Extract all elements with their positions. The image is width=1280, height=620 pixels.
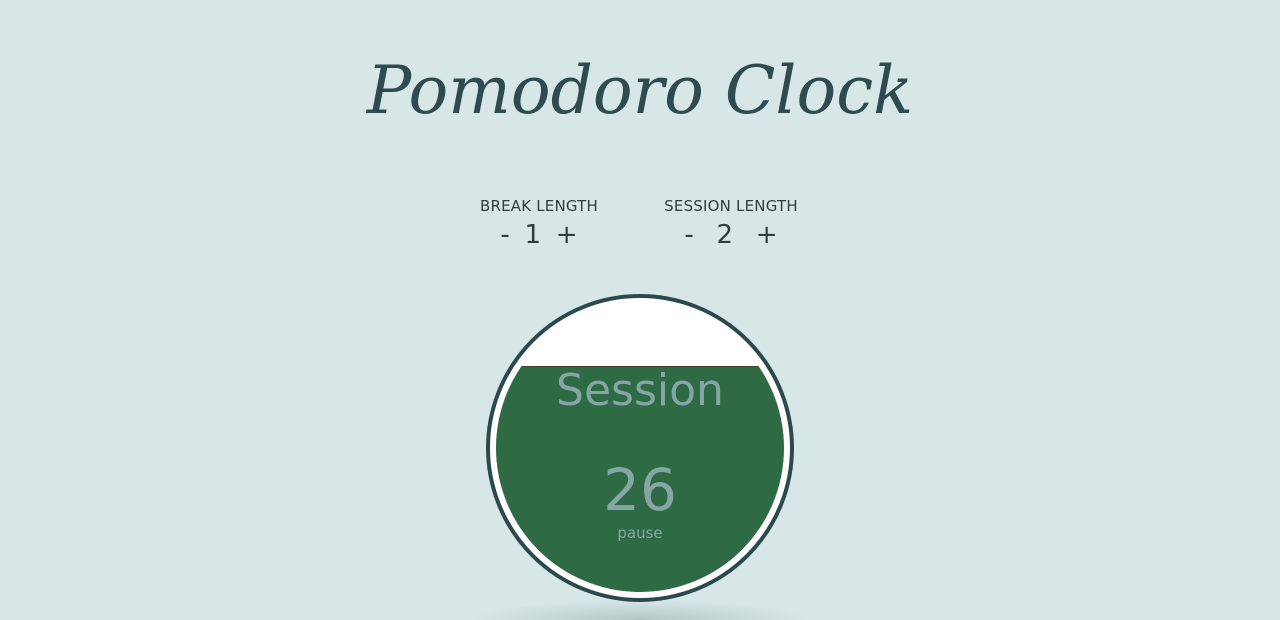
break-length-value: 1 xyxy=(524,220,542,250)
break-decrement-button[interactable]: - xyxy=(494,222,515,248)
timer-time: 26 xyxy=(603,456,677,524)
page-title: Pomodoro Clock xyxy=(366,52,914,129)
pomodoro-page: Pomodoro Clock BREAK LENGTH - 1 + SESSIO… xyxy=(0,0,1280,620)
break-length-control: BREAK LENGTH - 1 + xyxy=(470,197,608,248)
session-length-control: SESSION LENGTH - 2 + xyxy=(654,197,808,248)
session-length-label: SESSION LENGTH xyxy=(664,197,798,215)
session-length-value: 2 xyxy=(716,220,734,250)
timer-status[interactable]: pause xyxy=(496,524,784,542)
session-decrement-button[interactable]: - xyxy=(680,222,697,248)
session-length-row: - 2 + xyxy=(654,222,808,248)
break-length-row: - 1 + xyxy=(470,222,608,248)
timer-clock[interactable]: Session 26 pause xyxy=(486,294,794,602)
timer-mode-label: Session xyxy=(556,365,724,416)
break-increment-button[interactable]: + xyxy=(550,222,584,248)
timer-clock-text: Session 26 pause xyxy=(496,304,784,592)
session-increment-button[interactable]: + xyxy=(752,222,782,248)
break-length-label: BREAK LENGTH xyxy=(479,197,599,215)
timer-clock-face: Session 26 pause xyxy=(496,304,784,592)
clock-shadow xyxy=(470,600,810,620)
